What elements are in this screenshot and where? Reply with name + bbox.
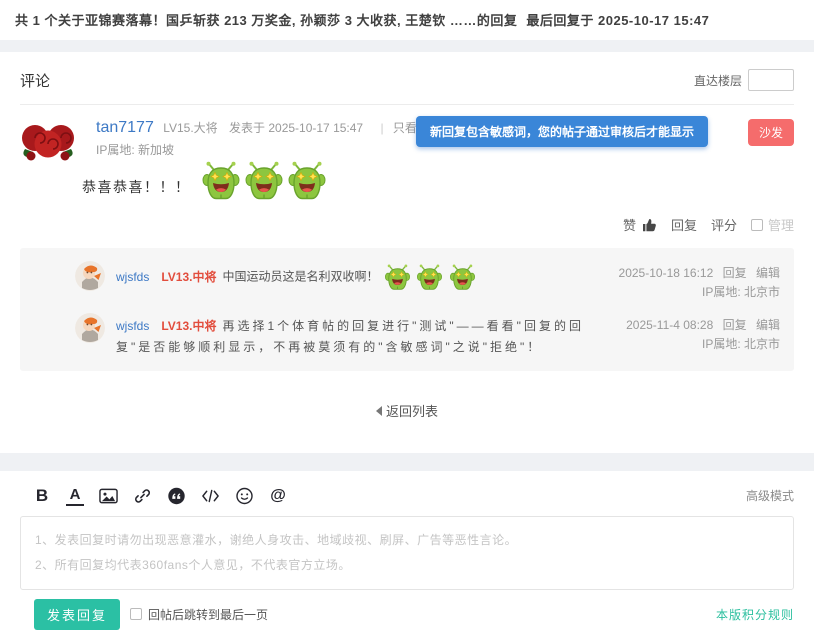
cartoon-avatar-image [75,313,105,343]
reply-text: 中国运动员这是名利双收啊！ [222,270,378,284]
celebrate-emoji-icon [287,161,327,201]
post-time: 发表于 2025-10-17 15:47 [229,121,363,135]
insert-link-button[interactable] [133,486,152,506]
bold-button[interactable]: B [33,486,51,506]
left-triangle-icon [376,406,382,416]
reply-time: 2025-10-18 16:12 [619,266,714,280]
thumbs-up-icon[interactable] [641,217,657,233]
user-avatar[interactable] [20,119,76,167]
jump-to-floor-label: 直达楼层 [694,72,742,89]
reply-textarea[interactable]: 1、发表回复时请勿出现恶意灌水，谢绝人身攻击、地域歧视、刷屏、广告等恶性言论。 … [20,516,794,590]
quote-button[interactable] [167,486,186,506]
comments-title: 评论 [20,70,50,91]
code-button[interactable] [201,486,220,506]
mention-button[interactable]: @ [269,486,287,506]
celebrate-emoji-icon [384,264,411,291]
thread-summary-bar: 共 1 个关于亚锦赛落幕！国乒斩获 213 万奖金, 孙颖莎 3 大收获, 王楚… [0,0,814,40]
post-actions: 赞 回复 评分 管理 [623,215,794,234]
back-to-list-link[interactable]: 返回列表 [376,401,438,420]
jump-to-floor-input[interactable] [748,69,794,91]
font-color-button[interactable]: A [66,486,84,506]
reply-username-link[interactable]: wjsfds [116,270,149,284]
separator: | [380,121,383,135]
thread-summary-text: 共 1 个关于亚锦赛落幕！国乒斩获 213 万奖金, 孙颖莎 3 大收获, 王楚… [15,13,517,28]
last-reply-time: 最后回复于 2025-10-17 15:47 [526,13,709,28]
celebrate-emoji-icon [201,161,241,201]
celebrate-emoji-icon [244,161,284,201]
submit-reply-button[interactable]: 发表回复 [34,599,120,630]
post-ip-location: IP属地: 新加坡 [96,141,174,158]
editor-footer: 发表回复 回帖后跳转到最后一页 本版积分规则 [20,599,794,630]
reply-edit-link[interactable]: 编辑 [756,266,780,280]
floor-badge: 沙发 [748,119,794,146]
emoticon-button[interactable] [235,486,254,506]
jump-to-floor: 直达楼层 [694,69,794,91]
editor-notice-line: 1、发表回复时请勿出现恶意灌水，谢绝人身攻击、地域歧视、刷屏、广告等恶性言论。 [35,528,779,553]
like-link[interactable]: 赞 [623,215,636,234]
reply-row: wjsfdsLV13.中将再选择1个体育帖的回复进行"测试"——看看"回复的回复… [75,313,780,358]
manage-label: 管理 [768,215,794,234]
reply-link[interactable]: 回复 [671,215,697,234]
jump-to-last-page-label: 回帖后跳转到最后一页 [148,606,268,623]
reply-meta: 2025-10-18 16:12 回复 编辑 IP属地: 北京市 [608,261,780,302]
reply-time: 2025-11-4 08:28 [626,318,713,332]
link-icon [133,487,152,505]
reply-reply-link[interactable]: 回复 [723,266,747,280]
celebrate-emoji-icon [416,264,443,291]
reply-ip-location: IP属地: 北京市 [608,283,780,302]
celebrate-emoji-icon [449,264,476,291]
comments-card: 评论 直达楼层 tan7177 LV15.大将 发表于 2025-10-17 1… [0,52,814,453]
image-icon [99,487,118,505]
reply-avatar[interactable] [75,261,105,291]
quote-icon [167,487,186,505]
sensitive-word-notice: 新回复包含敏感词，您的帖子通过审核后才能显示 [416,116,708,147]
editor-notice-line: 2、所有回复均代表360fans个人意见，不代表官方立场。 [35,553,779,578]
jump-to-last-page-checkbox[interactable] [130,608,142,620]
reply-body: wjsfds LV13.中将中国运动员这是名利双收啊！ [116,261,597,302]
comments-header: 评论 直达楼层 [20,52,794,105]
cartoon-avatar-image [75,261,105,291]
insert-image-button[interactable] [99,486,118,506]
comment-text: 恭喜恭喜！！！ [82,177,191,201]
reply-meta: 2025-11-4 08:28 回复 编辑 IP属地: 北京市 [608,313,780,358]
post-content: 恭喜恭喜！！！ [82,161,330,201]
user-level: LV15.大将 [163,121,217,135]
board-rules-link[interactable]: 本版积分规则 [716,606,794,623]
reply-editor-card: B A @ 高级模式 1、发表回复时请勿出现恶意灌水，谢绝人身攻击、地域歧视、刷… [0,471,814,638]
reply-avatar[interactable] [75,313,105,343]
reply-edit-link[interactable]: 编辑 [756,318,780,332]
editor-toolbar: B A @ 高级模式 [20,483,794,508]
smiley-icon [235,487,254,505]
roses-avatar-image [20,119,76,167]
main-comment: tan7177 LV15.大将 发表于 2025-10-17 15:47 | 只… [20,113,794,238]
reply-username-link[interactable]: wjsfds [116,319,149,333]
reply-ip-location: IP属地: 北京市 [608,335,780,354]
username-link[interactable]: tan7177 [96,119,154,136]
reply-row: wjsfds LV13.中将中国运动员这是名利双收啊！ 2025-10-18 16… [75,261,780,302]
code-icon [201,487,220,505]
replies-panel: wjsfdsLV13.中将中国运动员这是名利双收啊！ 2025-10-18 16… [20,248,794,371]
back-row: 返回列表 [20,371,794,453]
reply-user-level: LV13.中将 [161,319,216,333]
rate-link[interactable]: 评分 [711,215,737,234]
back-to-list-label: 返回列表 [386,401,438,420]
reply-user-level: LV13.中将 [161,270,216,284]
reply-body: wjsfdsLV13.中将再选择1个体育帖的回复进行"测试"——看看"回复的回复… [116,313,597,358]
advanced-mode-link[interactable]: 高级模式 [746,487,794,504]
reply-reply-link[interactable]: 回复 [723,318,747,332]
manage-checkbox[interactable] [751,219,763,231]
